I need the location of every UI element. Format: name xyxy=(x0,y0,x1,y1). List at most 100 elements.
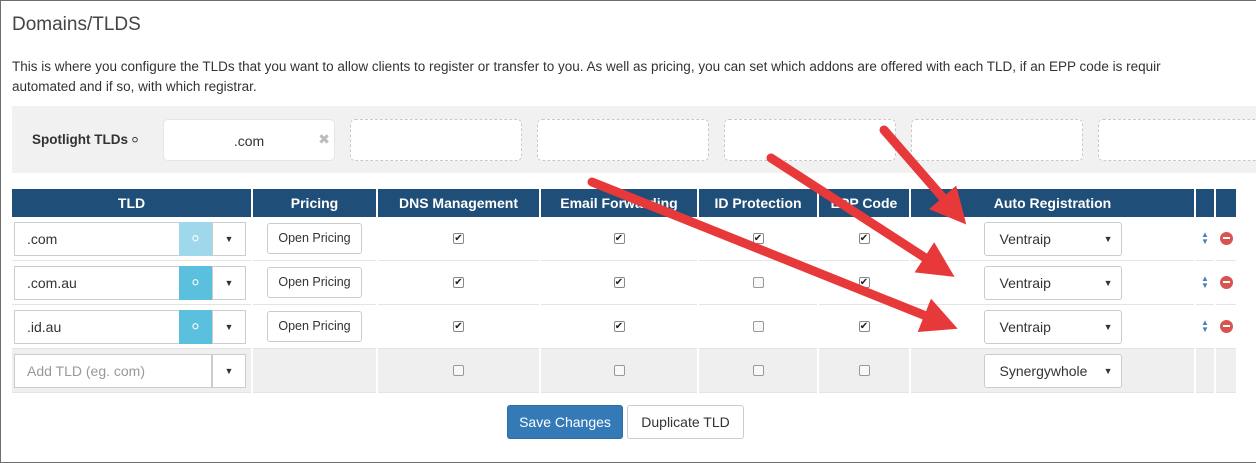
tld-options-button[interactable]: ▼ xyxy=(212,265,246,300)
open-pricing-button[interactable]: Open Pricing xyxy=(267,311,362,342)
email-forwarding-checkbox[interactable] xyxy=(613,364,625,376)
spotlight-toggle-button[interactable]: ⚪ xyxy=(179,309,212,344)
table-row: .com ⚪ ▼ Open Pricing ✔ ✔ ✔ ✔ Ventraip ▼ … xyxy=(12,217,1236,261)
registrar-select[interactable]: Ventraip ▼ xyxy=(983,265,1122,300)
dns-management-checkbox[interactable]: ✔ xyxy=(453,320,464,332)
tld-cell: .id.au ⚪ ▼ xyxy=(12,305,251,349)
sort-arrows-icon[interactable]: ▲ ▼ xyxy=(1199,319,1212,334)
header-pricing: Pricing xyxy=(253,189,376,217)
sort-arrows-icon[interactable]: ▲ ▼ xyxy=(1199,275,1212,290)
tld-input-group: .com ⚪ ▼ xyxy=(14,221,246,256)
tld-input[interactable]: .com.au xyxy=(14,265,179,300)
email-forwarding-checkbox[interactable]: ✔ xyxy=(613,276,625,288)
email-forwarding-checkbox[interactable]: ✔ xyxy=(613,320,625,332)
spotlight-toggle-button[interactable]: ⚪ xyxy=(179,265,212,300)
epp-code-checkbox[interactable]: ✔ xyxy=(858,320,870,332)
idprot-cell xyxy=(699,305,817,349)
tld-options-button[interactable]: ▼ xyxy=(212,221,246,256)
move-cell: ▲ ▼ xyxy=(1196,305,1214,349)
sort-arrows-icon[interactable]: ▲ ▼ xyxy=(1199,231,1212,246)
epp-code-checkbox[interactable]: ✔ xyxy=(858,232,870,244)
remove-cell xyxy=(1216,261,1236,305)
intro-text: This is where you configure the TLDs tha… xyxy=(12,57,1256,97)
id-protection-checkbox[interactable]: ✔ xyxy=(752,232,764,244)
page-title: Domains/TLDS xyxy=(12,14,141,35)
spotlight-slot-5[interactable] xyxy=(911,119,1083,161)
registrar-cell: Synergywhole ▼ xyxy=(911,349,1194,393)
lightbulb-icon: ⚪ xyxy=(190,230,201,246)
spotlight-slot-3[interactable] xyxy=(537,119,709,161)
email-cell: ✔ xyxy=(541,217,697,261)
header-tld: TLD xyxy=(12,189,251,217)
email-cell: ✔ xyxy=(541,305,697,349)
spotlight-label-text: Spotlight TLDs xyxy=(32,132,128,147)
tld-cell: .com.au ⚪ ▼ xyxy=(12,261,251,305)
registrar-select[interactable]: Synergywhole ▼ xyxy=(983,353,1122,388)
caret-down-icon: ▼ xyxy=(1103,233,1113,244)
table-header-row: TLD Pricing DNS Management Email Forward… xyxy=(12,189,1236,217)
remove-spotlight-icon[interactable]: ✖ xyxy=(318,131,330,148)
epp-code-checkbox[interactable]: ✔ xyxy=(858,276,870,288)
caret-down-icon: ▼ xyxy=(1103,365,1113,376)
registrar-select-value: Ventraip xyxy=(999,230,1051,247)
caret-down-icon: ▼ xyxy=(224,277,234,288)
dns-management-checkbox[interactable]: ✔ xyxy=(453,276,464,288)
tld-input-group: .id.au ⚪ ▼ xyxy=(14,309,246,344)
move-cell xyxy=(1196,349,1214,393)
dns-management-checkbox[interactable] xyxy=(453,364,464,376)
caret-down-icon: ▼ xyxy=(224,365,234,376)
registrar-select-value: Ventraip xyxy=(999,318,1051,335)
remove-row-icon[interactable] xyxy=(1219,231,1233,245)
remove-cell xyxy=(1216,305,1236,349)
spotlight-slot-value: .com xyxy=(233,133,265,149)
tld-options-button[interactable]: ▼ xyxy=(212,353,246,388)
duplicate-tld-button[interactable]: Duplicate TLD xyxy=(627,405,744,439)
add-tld-input[interactable]: Add TLD (eg. com) xyxy=(14,353,212,388)
spotlight-slot-2[interactable] xyxy=(350,119,522,161)
remove-cell xyxy=(1216,349,1236,393)
move-cell: ▲ ▼ xyxy=(1196,217,1214,261)
header-id-protection: ID Protection xyxy=(699,189,817,217)
header-move xyxy=(1196,189,1214,217)
spotlight-slot-1[interactable]: .com ✖ xyxy=(163,119,335,161)
tld-input[interactable]: .id.au xyxy=(14,309,179,344)
epp-cell: ✔ xyxy=(819,305,909,349)
registrar-cell: Ventraip ▼ xyxy=(911,261,1194,305)
spotlight-label: Spotlight TLDs ⚪ xyxy=(32,132,140,147)
remove-row-icon[interactable] xyxy=(1219,319,1233,333)
epp-code-checkbox[interactable] xyxy=(858,364,870,376)
tld-options-button[interactable]: ▼ xyxy=(212,309,246,344)
caret-down-icon: ▼ xyxy=(224,321,234,332)
dns-cell: ✔ xyxy=(378,261,539,305)
header-epp-code: EPP Code xyxy=(819,189,909,217)
spotlight-slot-4[interactable] xyxy=(724,119,896,161)
registrar-select[interactable]: Ventraip ▼ xyxy=(983,309,1122,344)
id-protection-checkbox[interactable] xyxy=(752,320,764,332)
tld-input[interactable]: .com xyxy=(14,221,179,256)
idprot-cell xyxy=(699,261,817,305)
header-remove xyxy=(1216,189,1236,217)
registrar-select-value: Ventraip xyxy=(999,274,1051,291)
registrar-cell: Ventraip ▼ xyxy=(911,305,1194,349)
email-forwarding-checkbox[interactable]: ✔ xyxy=(613,232,625,244)
tld-cell: Add TLD (eg. com) ▼ xyxy=(12,349,251,393)
table-row: .com.au ⚪ ▼ Open Pricing ✔ ✔ ✔ Ventraip ▼… xyxy=(12,261,1236,305)
spotlight-slot-6[interactable] xyxy=(1098,119,1256,161)
epp-cell: ✔ xyxy=(819,217,909,261)
open-pricing-button[interactable]: Open Pricing xyxy=(267,267,362,298)
id-protection-checkbox[interactable] xyxy=(752,276,764,288)
save-changes-button[interactable]: Save Changes xyxy=(507,405,623,439)
caret-down-icon: ▼ xyxy=(1103,321,1113,332)
spotlight-toggle-button[interactable]: ⚪ xyxy=(179,221,212,256)
lightbulb-icon: ⚪ xyxy=(129,133,141,147)
caret-down-icon: ▼ xyxy=(1103,277,1113,288)
open-pricing-button[interactable]: Open Pricing xyxy=(267,223,362,254)
tld-input-group: .com.au ⚪ ▼ xyxy=(14,265,246,300)
spotlight-panel: Spotlight TLDs ⚪ .com ✖ xyxy=(12,106,1256,173)
dns-management-checkbox[interactable]: ✔ xyxy=(453,232,464,244)
add-tld-input-group: Add TLD (eg. com) ▼ xyxy=(14,353,246,388)
remove-cell xyxy=(1216,217,1236,261)
id-protection-checkbox[interactable] xyxy=(752,364,764,376)
registrar-select[interactable]: Ventraip ▼ xyxy=(983,221,1122,256)
remove-row-icon[interactable] xyxy=(1219,275,1233,289)
